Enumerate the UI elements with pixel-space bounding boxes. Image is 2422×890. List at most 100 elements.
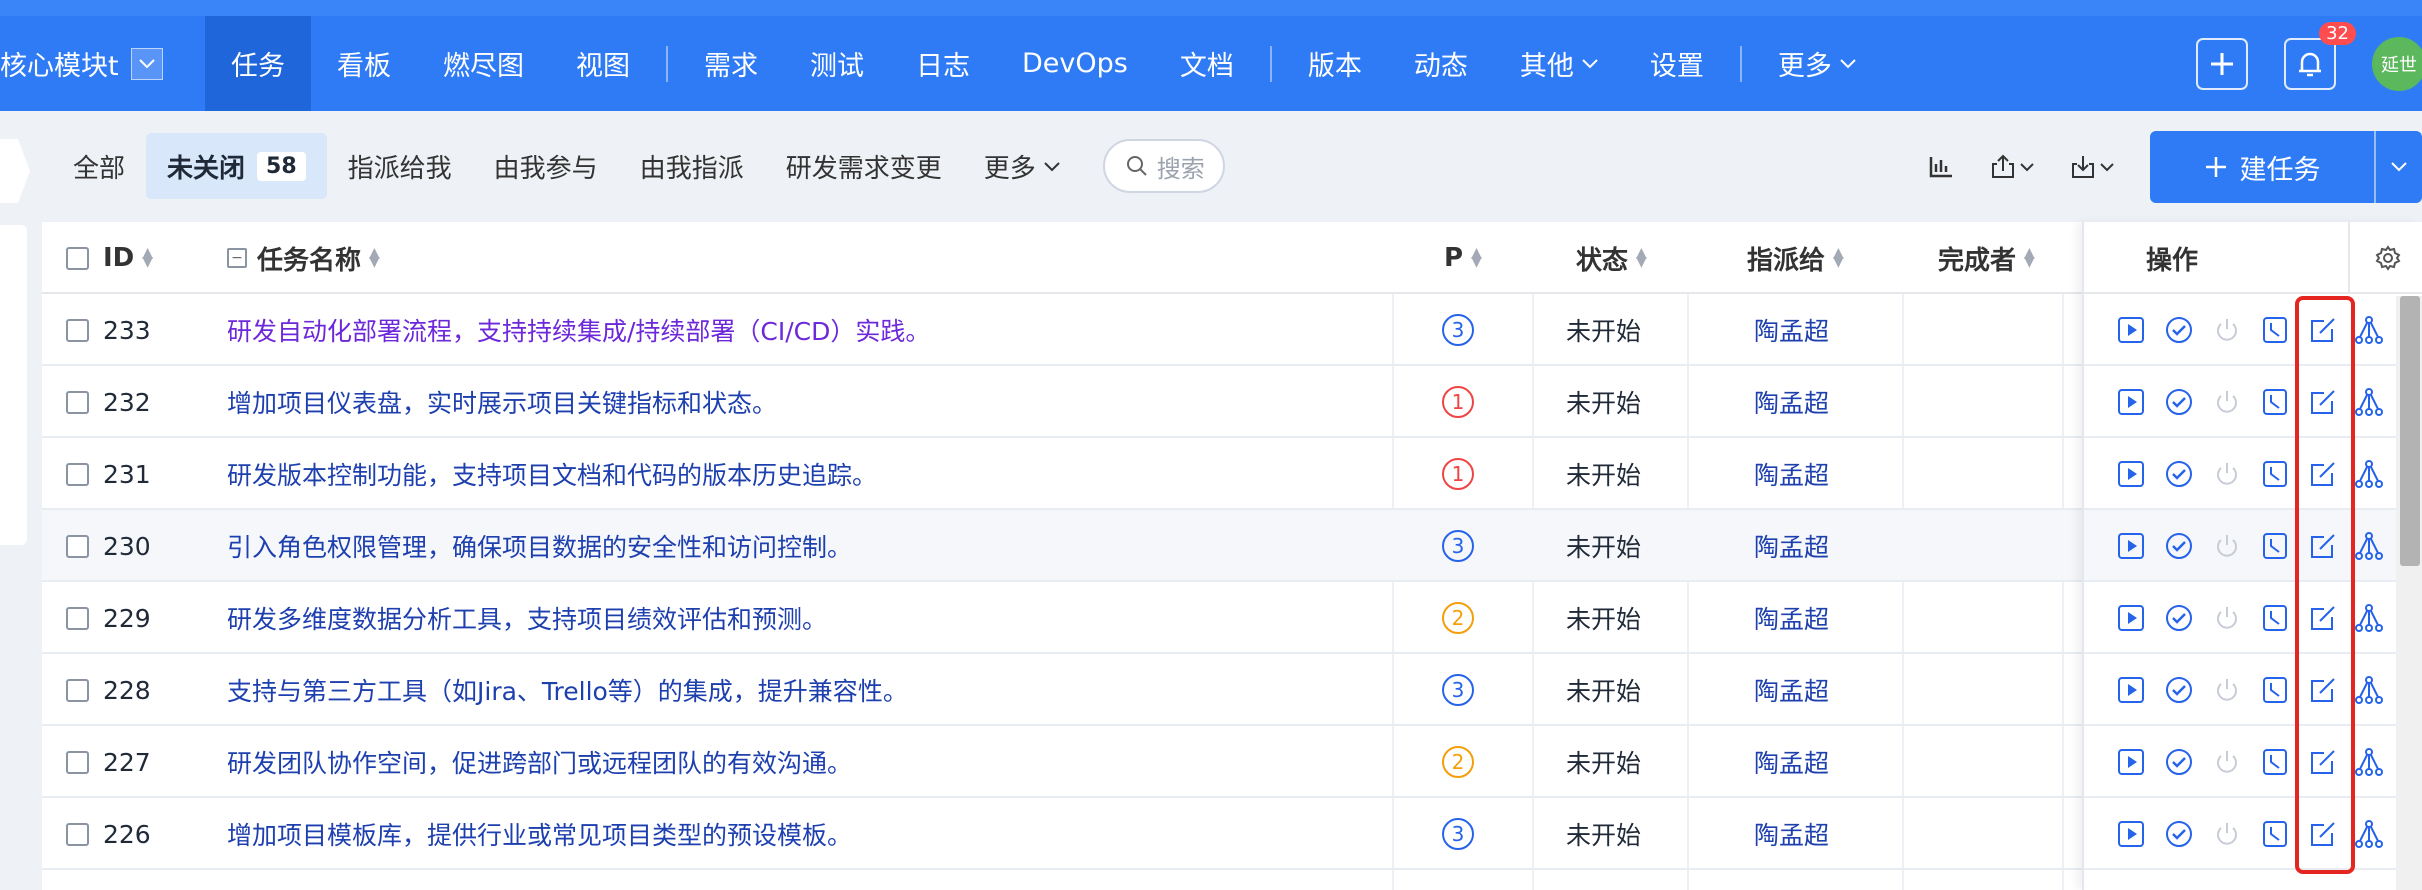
close-power-icon[interactable] (2211, 818, 2243, 850)
effort-clock-icon[interactable] (2259, 386, 2291, 418)
chevron-down-icon[interactable] (130, 47, 163, 80)
filter-tab[interactable]: 研发需求变更 (765, 133, 963, 199)
start-icon[interactable] (2115, 602, 2147, 634)
row-checkbox[interactable] (66, 678, 89, 702)
effort-clock-icon[interactable] (2259, 674, 2291, 706)
effort-clock-icon[interactable] (2259, 602, 2291, 634)
close-power-icon[interactable] (2211, 746, 2243, 778)
export-button[interactable] (1990, 154, 2034, 180)
column-settings-button[interactable] (2372, 242, 2404, 274)
batch-create-tree-icon[interactable] (2353, 818, 2385, 850)
add-button[interactable] (2196, 37, 2248, 90)
nav-item[interactable]: 燃尽图 (417, 16, 550, 111)
effort-clock-icon[interactable] (2259, 746, 2291, 778)
scrollbar-thumb[interactable] (2400, 296, 2420, 566)
create-task-dropdown[interactable] (2374, 131, 2422, 203)
assignee-link[interactable]: 陶孟超 (1754, 744, 1829, 780)
sidebar-toggle[interactable] (0, 139, 30, 203)
assignee-link[interactable]: 陶孟超 (1754, 672, 1829, 708)
close-power-icon[interactable] (2211, 386, 2243, 418)
start-icon[interactable] (2115, 674, 2147, 706)
nav-item[interactable]: 视图 (550, 16, 656, 111)
effort-clock-icon[interactable] (2259, 818, 2291, 850)
table-row[interactable]: 231 研发版本控制功能，支持项目文档和代码的版本历史追踪。 1 未开始 陶孟超 (42, 438, 2422, 510)
assignee-link[interactable]: 陶孟超 (1754, 528, 1829, 564)
nav-item[interactable]: 测试 (784, 16, 890, 111)
batch-create-tree-icon[interactable] (2353, 458, 2385, 490)
table-row[interactable]: 228 支持与第三方工具（如Jira、Trello等）的集成，提升兼容性。 3 未开始… (42, 654, 2422, 726)
task-name-link[interactable]: 支持与第三方工具（如Jira、Trello等）的集成，提升兼容性。 (227, 672, 908, 708)
assignee-link[interactable]: 陶孟超 (1754, 600, 1829, 636)
start-icon[interactable] (2115, 386, 2147, 418)
batch-create-tree-icon[interactable] (2353, 674, 2385, 706)
row-checkbox[interactable] (66, 390, 89, 414)
task-name-link[interactable]: 增加项目模板库，提供行业或常见项目类型的预设模板。 (227, 816, 852, 852)
nav-item[interactable]: 动态 (1388, 16, 1494, 111)
avatar[interactable]: 延世 (2372, 36, 2422, 91)
nav-item[interactable]: 文档 (1154, 16, 1260, 111)
start-icon[interactable] (2115, 530, 2147, 562)
create-task-button[interactable]: 建任务 (2150, 131, 2374, 203)
table-row[interactable]: 227 研发团队协作空间，促进跨部门或远程团队的有效沟通。 2 未开始 陶孟超 (42, 726, 2422, 798)
chart-report-button[interactable] (1928, 155, 1954, 179)
nav-item[interactable]: 其他 (1494, 16, 1624, 111)
effort-clock-icon[interactable] (2259, 314, 2291, 346)
row-checkbox[interactable] (66, 534, 89, 558)
close-power-icon[interactable] (2211, 530, 2243, 562)
batch-create-tree-icon[interactable] (2353, 602, 2385, 634)
batch-create-tree-icon[interactable] (2353, 746, 2385, 778)
nav-item[interactable]: 设置 (1624, 16, 1730, 111)
filter-tab[interactable]: 由我指派 (619, 133, 765, 199)
finish-icon[interactable] (2163, 602, 2195, 634)
task-name-link[interactable]: 增加项目仪表盘，实时展示项目关键指标和状态。 (227, 384, 777, 420)
table-row[interactable]: 226 增加项目模板库，提供行业或常见项目类型的预设模板。 3 未开始 陶孟超 (42, 798, 2422, 870)
assignee-link[interactable]: 陶孟超 (1754, 312, 1829, 348)
collapse-icon[interactable]: − (227, 248, 247, 268)
filter-tab[interactable]: 由我参与 (473, 133, 619, 199)
close-power-icon[interactable] (2211, 458, 2243, 490)
start-icon[interactable] (2115, 746, 2147, 778)
batch-create-tree-icon[interactable] (2353, 386, 2385, 418)
sort-icon[interactable]: ▲ ▼ (369, 246, 380, 269)
nav-item[interactable]: 看板 (311, 16, 417, 111)
finish-icon[interactable] (2163, 746, 2195, 778)
filter-tab[interactable]: 未关闭 58 (146, 133, 327, 199)
filter-tab[interactable]: 更多 (963, 133, 1081, 199)
notification-button[interactable]: 32 (2284, 21, 2356, 90)
close-power-icon[interactable] (2211, 314, 2243, 346)
finish-icon[interactable] (2163, 314, 2195, 346)
finish-icon[interactable] (2163, 674, 2195, 706)
sort-icon[interactable]: ▲ ▼ (142, 246, 153, 269)
batch-create-tree-icon[interactable] (2353, 314, 2385, 346)
start-icon[interactable] (2115, 314, 2147, 346)
header-status[interactable]: 状态 ▲ ▼ (1576, 222, 1647, 294)
task-name-link[interactable]: 研发自动化部署流程，支持持续集成/持续部署（CI/CD）实践。 (227, 312, 930, 348)
nav-item[interactable]: 任务 (205, 16, 311, 111)
filter-tab[interactable]: 全部 (52, 133, 146, 199)
table-row[interactable]: 229 研发多维度数据分析工具，支持项目绩效评估和预测。 2 未开始 陶孟超 (42, 582, 2422, 654)
nav-item[interactable]: 需求 (678, 16, 784, 111)
header-priority[interactable]: P ▲ ▼ (1444, 222, 1482, 294)
nav-item[interactable]: 更多 (1752, 16, 1882, 111)
header-id[interactable]: ID ▲ ▼ (66, 222, 153, 294)
assignee-link[interactable]: 陶孟超 (1754, 456, 1829, 492)
row-checkbox[interactable] (66, 750, 89, 774)
assignee-link[interactable]: 陶孟超 (1754, 384, 1829, 420)
project-switcher[interactable]: 核心模块t (0, 16, 163, 111)
task-name-link[interactable]: 研发团队协作空间，促进跨部门或远程团队的有效沟通。 (227, 744, 852, 780)
sort-icon[interactable]: ▲ ▼ (2024, 246, 2035, 269)
sort-icon[interactable]: ▲ ▼ (1833, 246, 1844, 269)
table-row[interactable]: 232 增加项目仪表盘，实时展示项目关键指标和状态。 1 未开始 陶孟超 (42, 366, 2422, 438)
nav-item[interactable]: 日志 (890, 16, 996, 111)
header-finisher[interactable]: 完成者 ▲ ▼ (1938, 222, 2035, 294)
task-name-link[interactable]: 研发版本控制功能，支持项目文档和代码的版本历史追踪。 (227, 456, 877, 492)
effort-clock-icon[interactable] (2259, 458, 2291, 490)
finish-icon[interactable] (2163, 386, 2195, 418)
nav-item[interactable]: 版本 (1282, 16, 1388, 111)
assignee-link[interactable]: 陶孟超 (1754, 816, 1829, 852)
import-button[interactable] (2070, 154, 2114, 180)
batch-create-tree-icon[interactable] (2353, 530, 2385, 562)
search-box[interactable]: 搜索 (1102, 139, 1225, 193)
table-row[interactable]: 233 研发自动化部署流程，支持持续集成/持续部署（CI/CD）实践。 3 未开始 陶孟… (42, 294, 2422, 366)
nav-item[interactable]: DevOps (996, 16, 1154, 111)
